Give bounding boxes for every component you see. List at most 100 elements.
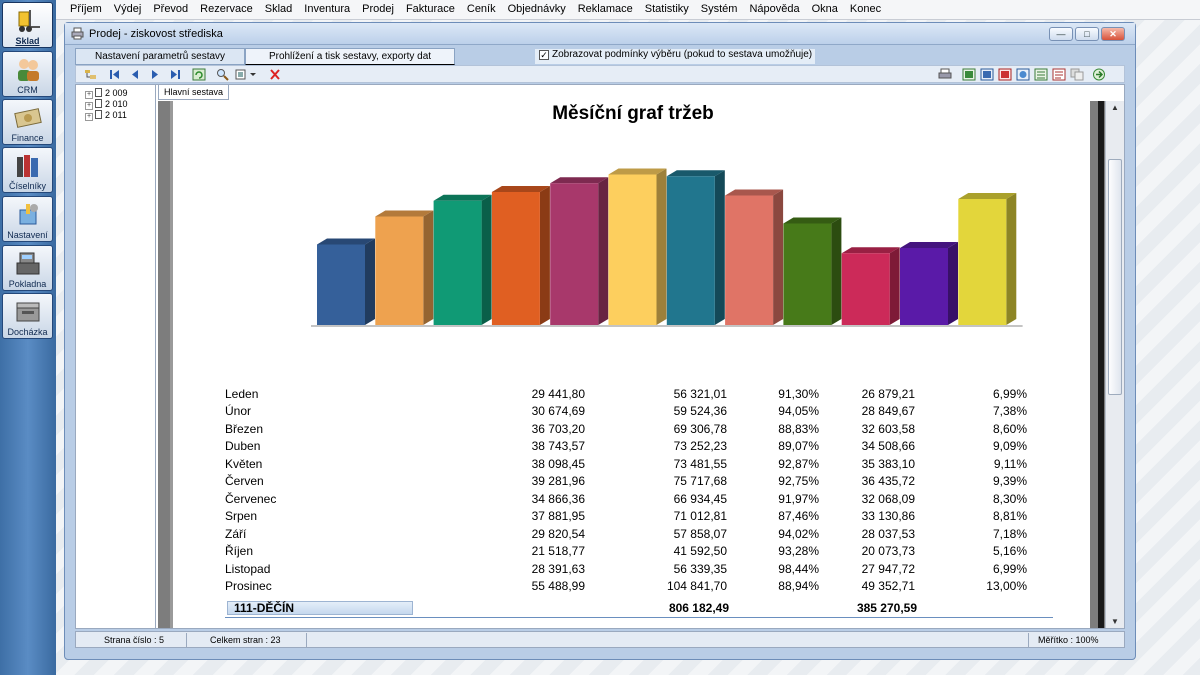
export-text-icon[interactable] — [1052, 68, 1066, 81]
menu-item[interactable]: Inventura — [298, 0, 356, 19]
export-pdf-icon[interactable] — [998, 68, 1012, 81]
value-cell: 9,09% — [992, 439, 1027, 454]
expand-icon[interactable]: + — [85, 102, 93, 110]
table-row: Duben 38 743,57 73 252,23 89,07% 34 508,66 9,… — [225, 438, 1027, 456]
menu-item[interactable]: Konec — [844, 0, 887, 19]
printer-icon — [71, 27, 84, 40]
menu-item[interactable]: Převod — [147, 0, 194, 19]
scroll-thumb[interactable] — [1108, 159, 1122, 395]
launcher-forklift[interactable]: Sklad — [2, 2, 53, 48]
document-icon — [95, 110, 102, 119]
menu-item[interactable]: Rezervace — [194, 0, 259, 19]
chart-bar-front — [550, 183, 599, 325]
export-html-icon[interactable] — [1016, 68, 1030, 81]
scroll-up-icon[interactable]: ▲ — [1110, 103, 1120, 112]
copy-icon[interactable] — [1070, 68, 1084, 81]
menu-item[interactable]: Výdej — [108, 0, 148, 19]
value-cell: 39 281,96 — [531, 474, 585, 489]
menu-item[interactable]: Systém — [695, 0, 744, 19]
close-button[interactable]: ✕ — [1101, 27, 1125, 41]
menu-item[interactable]: Objednávky — [502, 0, 572, 19]
export-word-icon[interactable] — [980, 68, 994, 81]
chart-bar-top — [958, 193, 1017, 199]
value-cell: 92,87% — [778, 456, 819, 471]
export-csv-icon[interactable] — [1034, 68, 1048, 81]
exit-icon[interactable] — [1092, 68, 1106, 81]
value-cell: 7,18% — [992, 526, 1027, 541]
tree-node-year[interactable]: +2 010 — [85, 99, 128, 110]
summary-total-revenue: 806 182,49 — [668, 601, 729, 615]
zoom-icon[interactable] — [216, 68, 230, 81]
launcher-tools[interactable]: Nastavení — [2, 196, 53, 242]
month-cell: Únor — [225, 404, 252, 419]
value-cell: 27 947,72 — [861, 561, 915, 576]
conditions-checkbox-label: Zobrazovat podmínky výběru (pokud to ses… — [552, 49, 813, 60]
vertical-scrollbar[interactable]: ▲ ▼ — [1105, 101, 1124, 628]
refresh-icon[interactable] — [192, 68, 206, 81]
maximize-button[interactable]: □ — [1075, 27, 1099, 41]
value-cell: 73 481,55 — [673, 456, 727, 471]
launcher-money[interactable]: Finance — [2, 99, 53, 145]
report-viewer: Měsíční graf tržeb Leden 29 441,80 56 321,… — [158, 101, 1124, 628]
tree-node-label: 2 011 — [105, 110, 127, 120]
launcher-people[interactable]: CRM — [2, 51, 53, 97]
tab-main-report[interactable]: Hlavní sestava — [158, 85, 230, 100]
table-row: Září 29 820,54 57 858,07 94,02% 28 037,53 7,1… — [225, 525, 1027, 543]
chart-bar-side — [714, 170, 725, 325]
tab-report-preview[interactable]: Prohlížení a tisk sestavy, exporty dat — [245, 48, 455, 65]
conditions-checkbox[interactable]: ✓ — [539, 50, 549, 60]
chart-bar-side — [598, 177, 609, 325]
last-page-icon[interactable] — [168, 68, 182, 81]
print-icon[interactable] — [938, 68, 952, 81]
chart-bar-side — [831, 217, 842, 325]
value-cell: 92,75% — [778, 474, 819, 489]
value-cell: 9,39% — [992, 474, 1027, 489]
menu-item[interactable]: Statistiky — [639, 0, 695, 19]
menu-item[interactable]: Reklamace — [572, 0, 639, 19]
menu-item[interactable]: Okna — [806, 0, 844, 19]
expand-icon[interactable]: + — [85, 91, 93, 99]
first-page-icon[interactable] — [108, 68, 122, 81]
menu-item[interactable]: Prodej — [356, 0, 400, 19]
value-cell: 36 435,72 — [861, 474, 915, 489]
tree-node-year[interactable]: +2 011 — [85, 110, 127, 121]
value-cell: 56 339,35 — [673, 561, 727, 576]
chart-bar-1 — [317, 238, 375, 325]
menu-item[interactable]: Sklad — [259, 0, 299, 19]
export-excel-icon[interactable] — [962, 68, 976, 81]
cancel-icon[interactable] — [268, 68, 282, 81]
value-cell: 32 603,58 — [861, 421, 915, 436]
value-cell: 89,07% — [778, 439, 819, 454]
status-page-number: Strana číslo : 5 — [104, 635, 165, 645]
tree-toggle-icon[interactable] — [84, 68, 98, 81]
value-cell: 91,97% — [778, 491, 819, 506]
menu-item[interactable]: Příjem — [64, 0, 108, 19]
next-page-icon[interactable] — [148, 68, 162, 81]
tab-report-parameters[interactable]: Nastavení parametrů sestavy — [75, 48, 245, 65]
value-cell: 94,05% — [778, 404, 819, 419]
chart-bar-8 — [725, 189, 784, 325]
status-separator — [186, 633, 187, 647]
menu-item[interactable]: Nápověda — [743, 0, 805, 19]
launcher-label: Docházka — [7, 327, 48, 337]
value-cell: 8,60% — [992, 421, 1027, 436]
page-layout-icon[interactable] — [234, 68, 258, 81]
value-cell: 38 743,57 — [531, 439, 585, 454]
menu-item[interactable]: Ceník — [461, 0, 502, 19]
summary-center-name: 111-DĚČÍN — [227, 601, 413, 615]
launcher-cash-register[interactable]: Pokladna — [2, 245, 53, 291]
launcher-time-clock[interactable]: Docházka — [2, 293, 53, 339]
table-row: Červenec 34 866,36 66 934,45 91,97% 32 068,0… — [225, 490, 1027, 508]
conditions-checkbox-row[interactable]: ✓ Zobrazovat podmínky výběru (pokud to se… — [535, 49, 815, 64]
menu-item[interactable]: Fakturace — [400, 0, 461, 19]
expand-icon[interactable]: + — [85, 113, 93, 121]
chart-bar-top — [666, 170, 725, 177]
value-cell: 59 524,36 — [673, 404, 727, 419]
table-row: Leden 29 441,80 56 321,01 91,30% 26 879,21 6,… — [225, 385, 1027, 403]
launcher-books[interactable]: Číselníky — [2, 147, 53, 193]
chart-bar-side — [1006, 193, 1017, 325]
previous-page-icon[interactable] — [128, 68, 142, 81]
tree-node-year[interactable]: +2 009 — [85, 88, 128, 99]
scroll-down-icon[interactable]: ▼ — [1110, 617, 1120, 626]
minimize-button[interactable]: — — [1049, 27, 1073, 41]
